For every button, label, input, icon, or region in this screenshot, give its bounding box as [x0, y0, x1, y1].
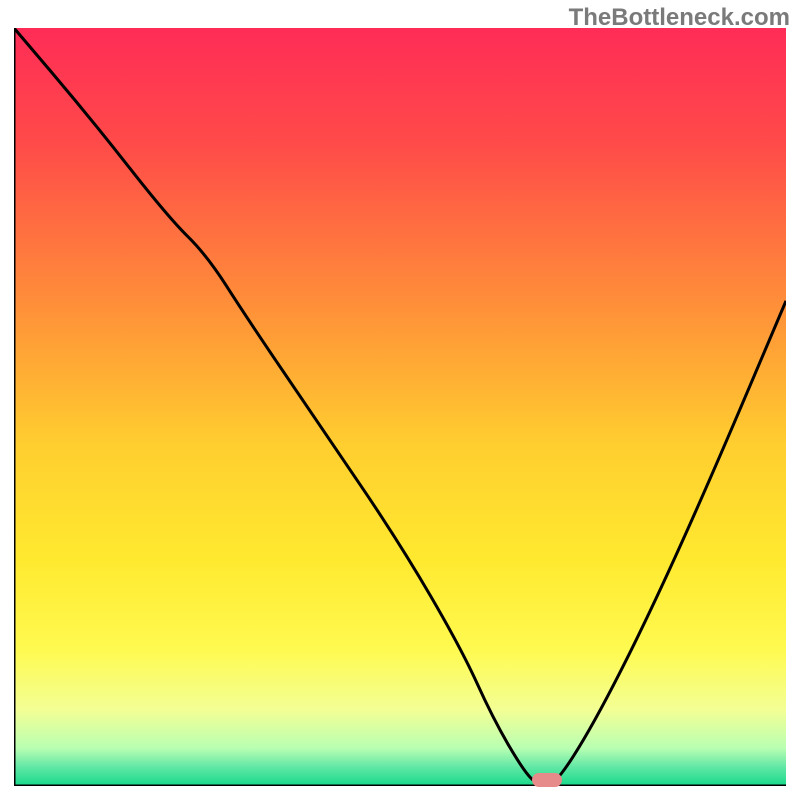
watermark: TheBottleneck.com	[569, 4, 790, 32]
chart-container: TheBottleneck.com	[0, 0, 800, 800]
chart-svg	[14, 28, 786, 786]
plot-area	[14, 28, 786, 786]
optimal-marker	[532, 773, 562, 787]
chart-background	[14, 28, 786, 786]
